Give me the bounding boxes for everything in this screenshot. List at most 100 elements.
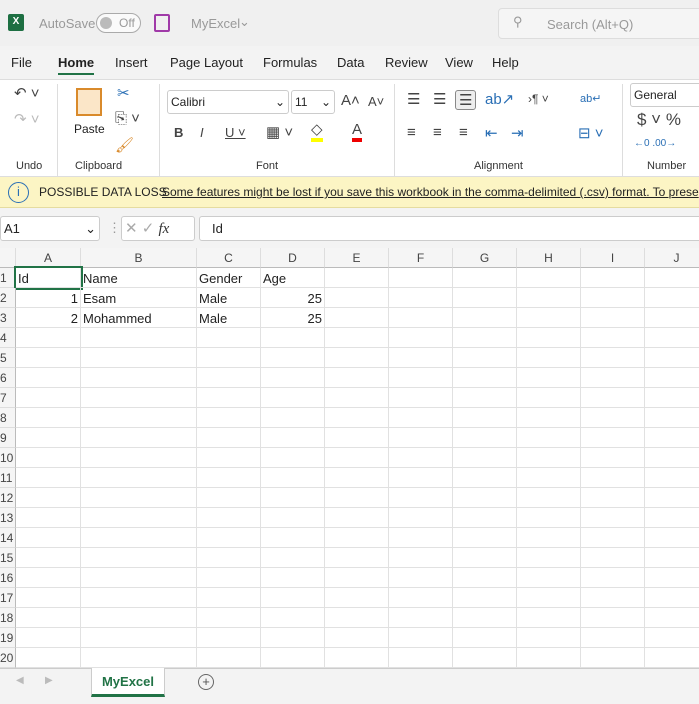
cell-a13[interactable] [16,508,81,528]
column-header-c[interactable]: C [197,248,261,268]
cell-h6[interactable] [517,368,581,388]
cell-e17[interactable] [325,588,389,608]
cell-g10[interactable] [453,448,517,468]
row-header-17[interactable]: 17 [0,588,16,608]
cell-a9[interactable] [16,428,81,448]
cell-e19[interactable] [325,628,389,648]
row-header-20[interactable]: 20 [0,648,16,668]
align-center-icon[interactable]: ≡ [433,124,442,141]
cell-a19[interactable] [16,628,81,648]
cell-h5[interactable] [517,348,581,368]
cell-e20[interactable] [325,648,389,668]
cell-e10[interactable] [325,448,389,468]
column-header-g[interactable]: G [453,248,517,268]
cell-e3[interactable] [325,308,389,328]
cell-h16[interactable] [517,568,581,588]
cell-e12[interactable] [325,488,389,508]
cell-c11[interactable] [197,468,261,488]
cell-g6[interactable] [453,368,517,388]
align-bottom-icon[interactable]: ☰ [455,90,477,110]
column-header-a[interactable]: A [16,248,81,268]
cell-b20[interactable] [81,648,197,668]
tab-view[interactable]: View [445,55,473,70]
italic-icon[interactable]: I [200,125,204,140]
row-header-8[interactable]: 8 [0,408,16,428]
cell-d4[interactable] [261,328,325,348]
cell-g7[interactable] [453,388,517,408]
cell-b15[interactable] [81,548,197,568]
cell-c2[interactable]: Male [197,288,261,308]
tab-data[interactable]: Data [337,55,364,70]
decrease-font-icon[interactable]: A˅ [368,94,384,109]
cell-e4[interactable] [325,328,389,348]
cell-h14[interactable] [517,528,581,548]
cell-d7[interactable] [261,388,325,408]
cell-f7[interactable] [389,388,453,408]
cell-a18[interactable] [16,608,81,628]
cell-j19[interactable] [645,628,699,648]
tab-help[interactable]: Help [492,55,519,70]
cell-i8[interactable] [581,408,645,428]
cell-b16[interactable] [81,568,197,588]
cell-f18[interactable] [389,608,453,628]
cell-a8[interactable] [16,408,81,428]
cell-f11[interactable] [389,468,453,488]
column-header-b[interactable]: B [81,248,197,268]
cell-a3[interactable]: 2 [16,308,81,328]
borders-icon[interactable]: ▦ ˅ [266,123,293,141]
cell-c12[interactable] [197,488,261,508]
banner-message[interactable]: Some features might be lost if you save … [162,185,699,199]
cell-f5[interactable] [389,348,453,368]
cell-b5[interactable] [81,348,197,368]
cell-d3[interactable]: 25 [261,308,325,328]
cell-i15[interactable] [581,548,645,568]
cell-g8[interactable] [453,408,517,428]
cell-g9[interactable] [453,428,517,448]
cell-a4[interactable] [16,328,81,348]
cell-i19[interactable] [581,628,645,648]
cell-e5[interactable] [325,348,389,368]
cell-c17[interactable] [197,588,261,608]
cell-g13[interactable] [453,508,517,528]
cell-b6[interactable] [81,368,197,388]
align-middle-icon[interactable]: ☰ [433,90,446,108]
cell-b1[interactable]: Name [81,268,197,288]
currency-icon[interactable]: $ ˅ % [637,110,681,130]
orientation-icon[interactable]: ab↗ [485,90,514,108]
cell-b4[interactable] [81,328,197,348]
paste-icon[interactable] [76,88,102,116]
underline-icon[interactable]: U ˅ [225,125,246,140]
cell-i6[interactable] [581,368,645,388]
cell-b7[interactable] [81,388,197,408]
cell-g15[interactable] [453,548,517,568]
font-size-select[interactable]: 11 ⌄ [291,90,335,114]
cell-i5[interactable] [581,348,645,368]
bold-icon[interactable]: B [174,125,183,140]
fill-color-icon[interactable]: ◇ [311,122,323,142]
cell-a20[interactable] [16,648,81,668]
cell-c19[interactable] [197,628,261,648]
align-left-icon[interactable]: ≡ [407,124,416,141]
cell-h12[interactable] [517,488,581,508]
cell-h18[interactable] [517,608,581,628]
cell-i13[interactable] [581,508,645,528]
cell-f17[interactable] [389,588,453,608]
cell-a12[interactable] [16,488,81,508]
cell-d5[interactable] [261,348,325,368]
row-header-14[interactable]: 14 [0,528,16,548]
cell-c15[interactable] [197,548,261,568]
cell-d17[interactable] [261,588,325,608]
cell-e16[interactable] [325,568,389,588]
row-header-4[interactable]: 4 [0,328,16,348]
save-icon[interactable] [154,14,170,32]
cell-a15[interactable] [16,548,81,568]
row-header-9[interactable]: 9 [0,428,16,448]
cell-e9[interactable] [325,428,389,448]
cell-e8[interactable] [325,408,389,428]
cell-i17[interactable] [581,588,645,608]
cell-f9[interactable] [389,428,453,448]
align-right-icon[interactable]: ≡ [459,124,468,141]
search-box[interactable]: ⚲ Search (Alt+Q) [498,8,699,39]
cell-j15[interactable] [645,548,699,568]
row-header-16[interactable]: 16 [0,568,16,588]
